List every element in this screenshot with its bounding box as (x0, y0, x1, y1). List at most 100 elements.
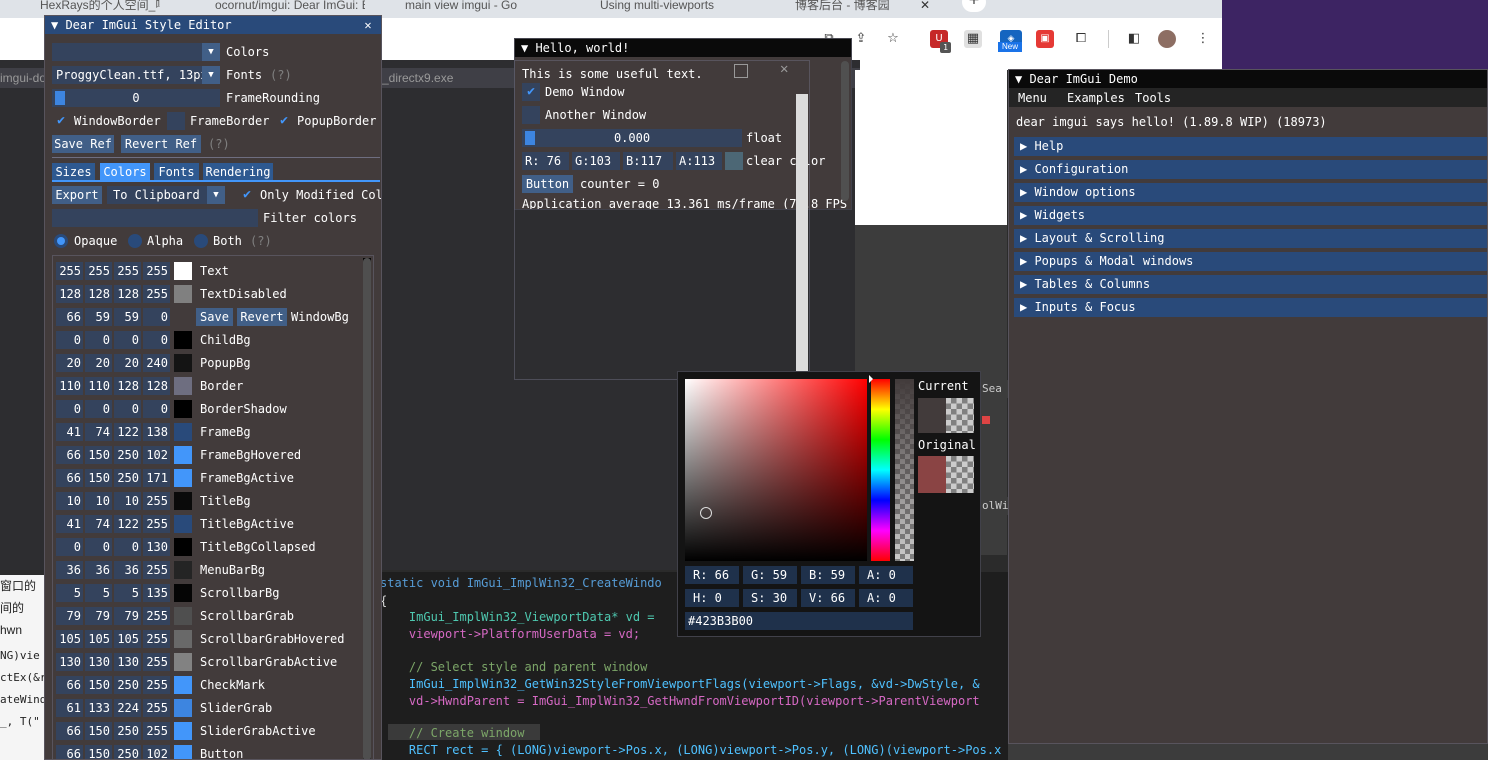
float-slider[interactable]: 0.000 (522, 129, 742, 147)
color-swatch[interactable] (174, 492, 192, 510)
color-b-field[interactable]: 20 (114, 354, 141, 372)
clear-g-field[interactable]: G:103 (572, 152, 620, 170)
color-b-field[interactable]: 250 (114, 446, 141, 464)
color-a-field[interactable]: 135 (143, 584, 170, 602)
color-r-field[interactable]: 36 (56, 561, 83, 579)
color-b-field[interactable]: 122 (114, 515, 141, 533)
color-swatch[interactable] (174, 538, 192, 556)
color-a-field[interactable]: 102 (143, 745, 170, 759)
color-swatch[interactable] (174, 469, 192, 487)
opaque-radio[interactable] (54, 234, 68, 248)
color-r-field[interactable]: 66 (56, 469, 83, 487)
hue-bar[interactable] (871, 379, 890, 561)
color-swatch[interactable] (174, 423, 192, 441)
color-r-field[interactable]: 20 (56, 354, 83, 372)
color-r-field[interactable]: 255 (56, 262, 83, 280)
picker-s-field[interactable]: S: 30 (743, 589, 797, 607)
frame-border-checkbox[interactable] (167, 112, 185, 130)
share-icon[interactable]: ⇪ (852, 30, 870, 48)
picker-hex-field[interactable]: #423B3B00 (685, 612, 913, 630)
avatar[interactable] (1158, 30, 1176, 48)
color-g-field[interactable]: 150 (85, 722, 112, 740)
extension-icon[interactable]: ▦ (964, 30, 982, 48)
color-a-field[interactable]: 171 (143, 469, 170, 487)
color-b-field[interactable]: 5 (114, 584, 141, 602)
color-g-field[interactable]: 0 (85, 538, 112, 556)
bookmark-star-icon[interactable]: ☆ (884, 30, 902, 48)
color-b-field[interactable]: 79 (114, 607, 141, 625)
color-swatch[interactable] (174, 400, 192, 418)
help-marker[interactable]: (?) (208, 135, 230, 153)
extension-red-icon[interactable]: ▣ (1036, 30, 1054, 48)
color-g-field[interactable]: 150 (85, 676, 112, 694)
color-r-field[interactable]: 0 (56, 400, 83, 418)
popup-border-checkbox[interactable]: ✔ (275, 112, 293, 130)
header-popups-modal[interactable]: ▶ Popups & Modal windows (1014, 252, 1487, 271)
counter-button[interactable]: Button (522, 175, 573, 193)
color-swatch[interactable] (174, 584, 192, 602)
color-swatch[interactable] (174, 377, 192, 395)
color-a-field[interactable]: 255 (143, 492, 170, 510)
header-widgets[interactable]: ▶ Widgets (1014, 206, 1487, 225)
color-r-field[interactable]: 110 (56, 377, 83, 395)
color-swatch[interactable] (174, 653, 192, 671)
color-g-field[interactable]: 0 (85, 331, 112, 349)
window-border-checkbox[interactable]: ✔ (52, 112, 70, 130)
color-g-field[interactable]: 10 (85, 492, 112, 510)
alpha-radio[interactable] (128, 234, 142, 248)
original-swatch[interactable] (918, 456, 974, 493)
both-radio[interactable] (194, 234, 208, 248)
menu-dots-icon[interactable]: ⋮ (1194, 30, 1212, 48)
color-swatch[interactable] (174, 308, 192, 326)
puzzle-icon[interactable]: ⧠ (1072, 30, 1090, 48)
color-g-field[interactable]: 133 (85, 699, 112, 717)
color-r-field[interactable]: 5 (56, 584, 83, 602)
fonts-combo[interactable]: ProggyClean.ttf, 13px (52, 66, 202, 84)
color-g-field[interactable]: 130 (85, 653, 112, 671)
color-b-field[interactable]: 59 (114, 308, 141, 326)
color-g-field[interactable]: 5 (85, 584, 112, 602)
color-b-field[interactable]: 128 (114, 377, 141, 395)
close-icon[interactable]: ✕ (780, 62, 794, 76)
clear-color-swatch[interactable] (725, 152, 743, 170)
color-a-field[interactable]: 255 (143, 699, 170, 717)
picker-a-field[interactable]: A: 0 (859, 566, 913, 584)
close-icon[interactable]: ✕ (361, 17, 375, 33)
picker-b-field[interactable]: B: 59 (801, 566, 855, 584)
chevron-down-icon[interactable]: ▼ (202, 66, 220, 84)
picker-cursor[interactable] (700, 507, 712, 519)
color-r-field[interactable]: 128 (56, 285, 83, 303)
tab-rendering[interactable]: Rendering (203, 163, 273, 180)
color-b-field[interactable]: 255 (114, 262, 141, 280)
menu-item-examples[interactable]: Examples (1067, 89, 1125, 107)
collapse-arrow-icon[interactable]: ▼ (51, 18, 65, 32)
header-layout-scrolling[interactable]: ▶ Layout & Scrolling (1014, 229, 1487, 248)
alpha-bar[interactable] (895, 379, 914, 561)
color-a-field[interactable]: 255 (143, 676, 170, 694)
filter-input[interactable] (52, 209, 258, 227)
color-g-field[interactable]: 59 (85, 308, 112, 326)
color-g-field[interactable]: 20 (85, 354, 112, 372)
color-r-field[interactable]: 0 (56, 331, 83, 349)
color-a-field[interactable]: 138 (143, 423, 170, 441)
color-r-field[interactable]: 130 (56, 653, 83, 671)
color-r-field[interactable]: 79 (56, 607, 83, 625)
header-help[interactable]: ▶ Help (1014, 137, 1487, 156)
color-b-field[interactable]: 0 (114, 538, 141, 556)
color-g-field[interactable]: 74 (85, 423, 112, 441)
chevron-down-icon[interactable]: ▼ (207, 186, 225, 204)
picker-h-field[interactable]: H: 0 (685, 589, 739, 607)
close-tab-icon[interactable]: ✕ (920, 0, 934, 12)
color-swatch[interactable] (174, 515, 192, 533)
color-swatch[interactable] (174, 354, 192, 372)
collapse-arrow-icon[interactable]: ▼ (521, 41, 535, 55)
color-swatch[interactable] (174, 262, 192, 280)
clear-r-field[interactable]: R: 76 (522, 152, 569, 170)
color-b-field[interactable]: 10 (114, 492, 141, 510)
color-b-field[interactable]: 0 (114, 400, 141, 418)
demo-title-bar[interactable]: ▼ Dear ImGui Demo (1009, 70, 1487, 88)
menu-item-tools[interactable]: Tools (1135, 89, 1171, 107)
header-window-options[interactable]: ▶ Window options (1014, 183, 1487, 202)
clear-b-field[interactable]: B:117 (623, 152, 673, 170)
color-r-field[interactable]: 66 (56, 676, 83, 694)
